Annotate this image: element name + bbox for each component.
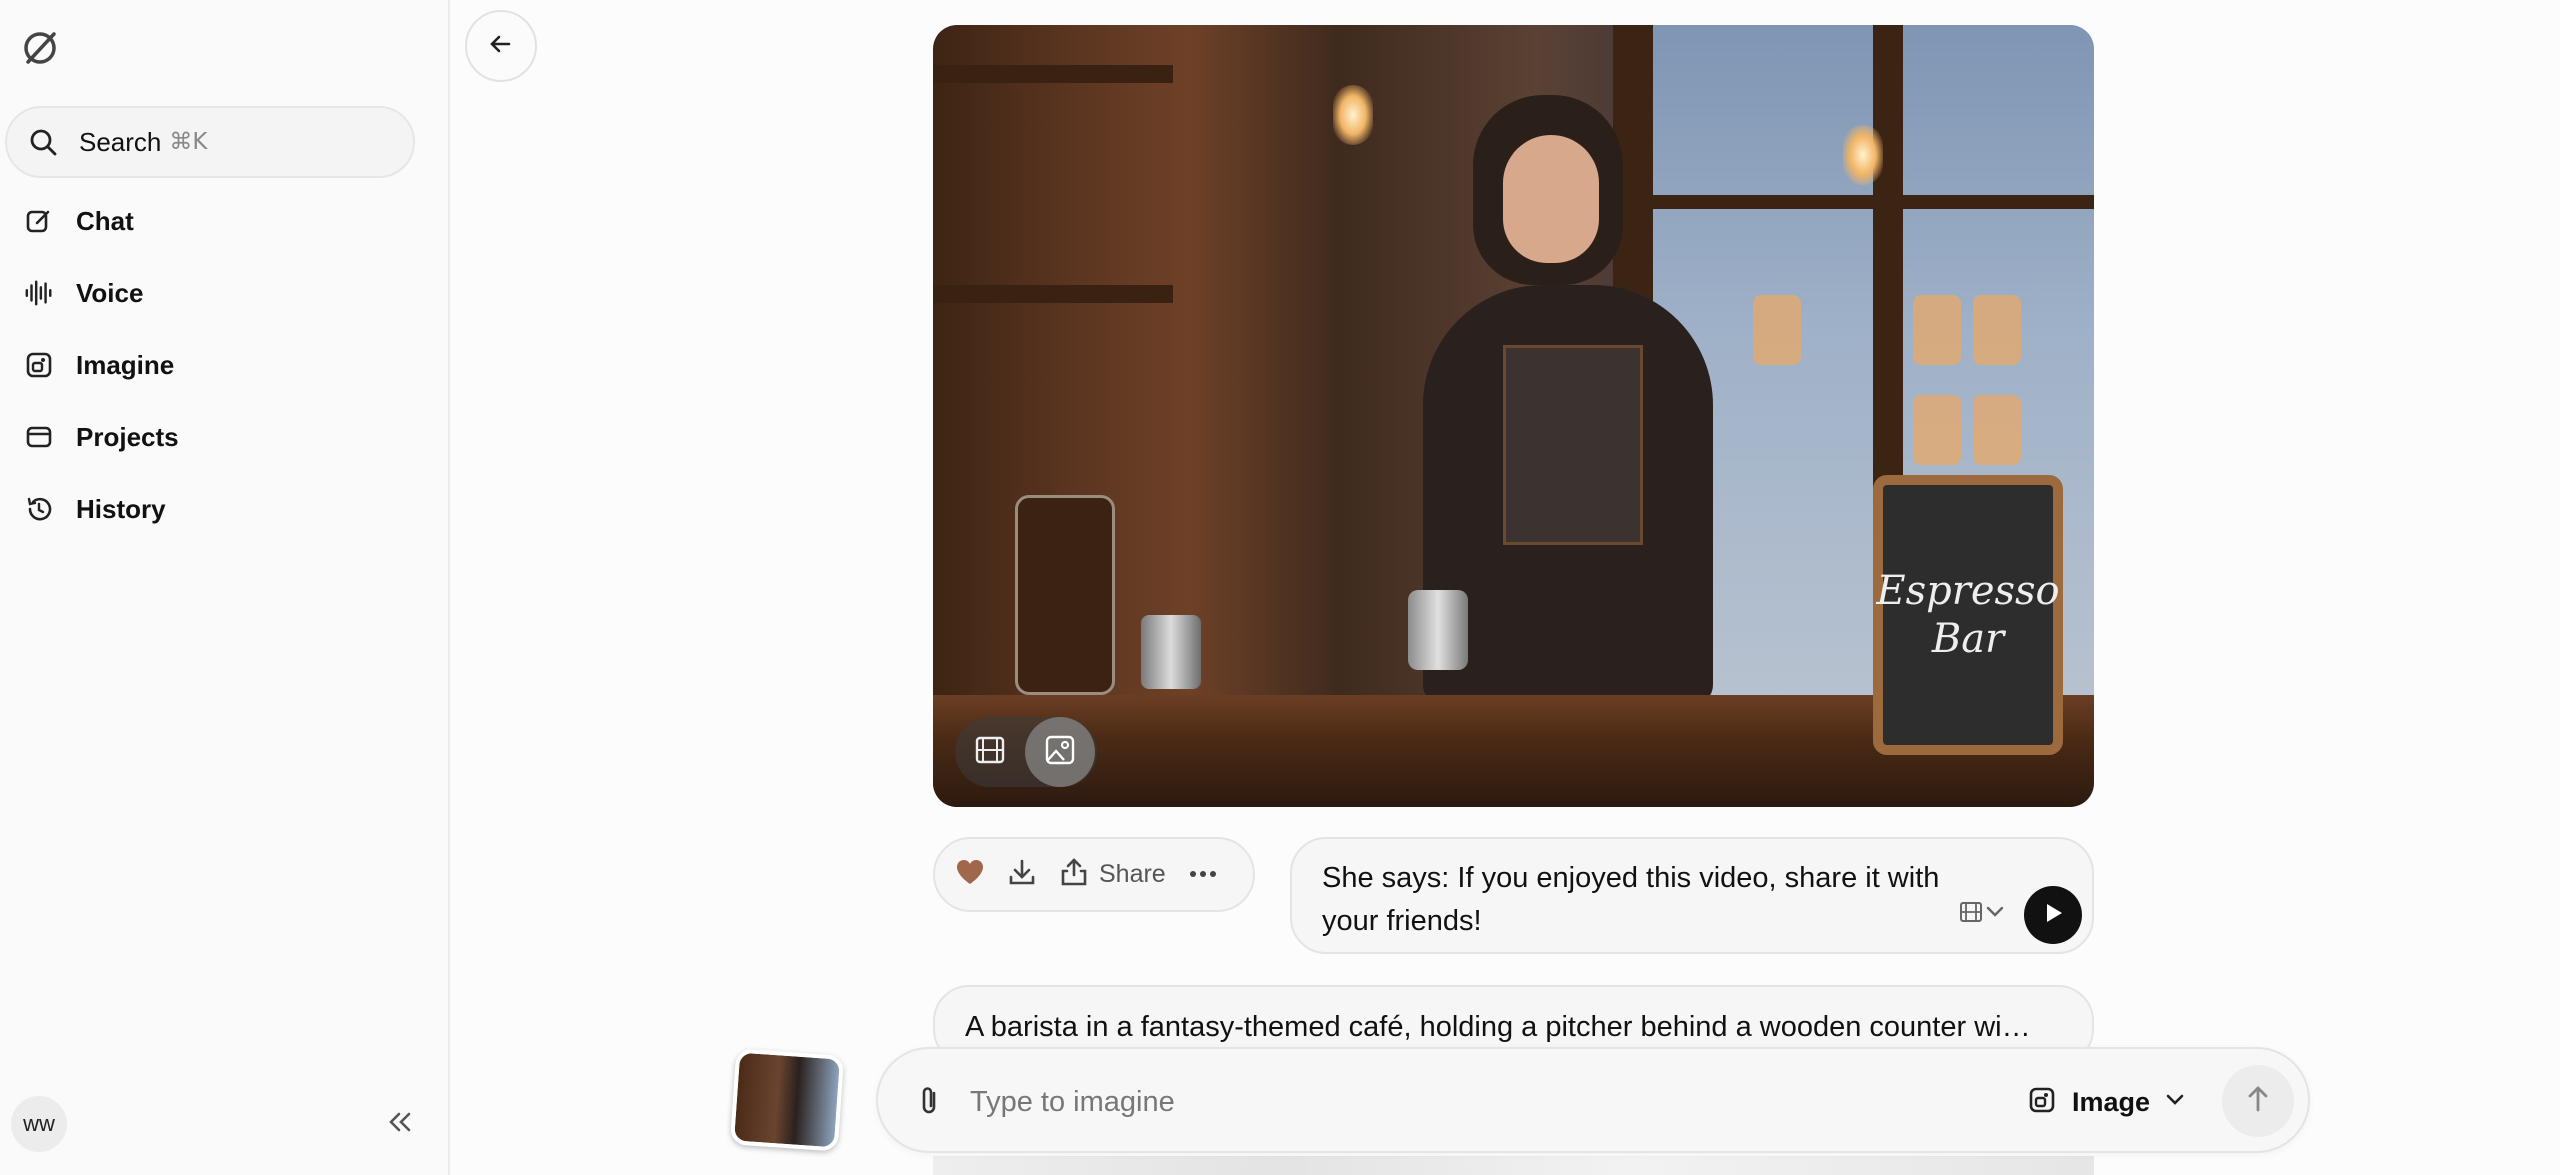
play-icon — [2041, 901, 2065, 930]
next-content-preview — [933, 1156, 2094, 1175]
double-chevron-left-icon — [386, 1110, 414, 1139]
download-icon — [1007, 857, 1037, 892]
film-icon — [973, 733, 1007, 772]
edit-icon — [24, 206, 54, 236]
video-prompt-bubble: She says: If you enjoyed this video, sha… — [1290, 837, 2094, 954]
shelf — [933, 65, 1173, 83]
share-icon — [1059, 857, 1089, 892]
history-icon — [24, 494, 54, 524]
app-root: Search ⌘K Chat Voice Imagine Projects Hi… — [0, 0, 2560, 1175]
grok-logo-icon[interactable] — [18, 26, 62, 70]
mode-label: Image — [2072, 1086, 2151, 1117]
media-type-toggle — [955, 717, 1097, 787]
download-button[interactable] — [1007, 855, 1037, 895]
more-horizontal-icon — [1188, 866, 1218, 884]
paperclip-icon — [916, 1085, 944, 1122]
barista-face — [1503, 135, 1599, 263]
video-mode-dropdown[interactable] — [1958, 899, 2014, 929]
collapse-sidebar-button[interactable] — [380, 1104, 420, 1144]
reference-thumbnail[interactable] — [729, 1048, 845, 1152]
milk-pitcher — [1408, 590, 1468, 670]
sidebar: Search ⌘K Chat Voice Imagine Projects Hi… — [0, 0, 450, 1175]
lamp — [1333, 85, 1373, 145]
sidebar-item-label: Chat — [76, 205, 134, 236]
sidebar-item-imagine[interactable]: Imagine — [0, 335, 440, 395]
attach-button[interactable] — [910, 1083, 950, 1123]
sign-line-2: Bar — [1931, 616, 2005, 662]
sidebar-item-label: Voice — [76, 277, 144, 308]
sidebar-item-chat[interactable]: Chat — [0, 191, 440, 251]
espresso-bar-sign: Espresso Bar — [1873, 475, 2063, 755]
share-button[interactable]: Share — [1059, 855, 1166, 895]
steel-cup — [1141, 615, 1201, 689]
imagine-icon — [2028, 1086, 2056, 1119]
sign-line-1: Espresso — [1876, 568, 2060, 614]
heart-icon — [955, 858, 985, 891]
shelf — [933, 285, 1173, 303]
back-button[interactable] — [465, 10, 537, 82]
folder-icon — [24, 422, 54, 452]
chevron-down-icon — [1984, 904, 2006, 925]
sidebar-item-label: Projects — [76, 421, 179, 452]
image-description-text: A barista in a fantasy-themed café, hold… — [965, 1011, 2031, 1043]
arrow-left-icon — [487, 30, 515, 63]
video-view-button[interactable] — [955, 717, 1025, 787]
search-icon — [27, 126, 59, 158]
search-label: Search — [79, 126, 162, 157]
search-shortcut: ⌘K — [169, 129, 208, 155]
sidebar-item-projects[interactable]: Projects — [0, 407, 440, 467]
image-view-button[interactable] — [1025, 717, 1095, 787]
video-prompt-text: She says: If you enjoyed this video, sha… — [1322, 862, 1940, 937]
lamp — [1843, 125, 1883, 185]
generated-image[interactable]: Espresso Bar — [933, 25, 2094, 807]
search-button[interactable]: Search ⌘K — [5, 106, 415, 178]
like-button[interactable] — [955, 855, 985, 895]
imagine-prompt-input[interactable] — [970, 1075, 1870, 1129]
imagine-icon — [24, 350, 54, 380]
arrow-up-icon — [2244, 1084, 2272, 1119]
image-icon — [1043, 733, 1077, 772]
play-button[interactable] — [2024, 886, 2082, 944]
composer: Image — [876, 1047, 2310, 1153]
user-avatar[interactable]: ww — [11, 1096, 67, 1152]
submit-button[interactable] — [2222, 1065, 2294, 1137]
sidebar-item-label: Imagine — [76, 349, 175, 380]
sidebar-item-history[interactable]: History — [0, 479, 440, 539]
chevron-down-icon — [2164, 1092, 2186, 1113]
share-label: Share — [1099, 860, 1166, 888]
image-action-bar: Share — [933, 837, 1255, 912]
mode-selector[interactable]: Image — [2028, 1077, 2186, 1127]
film-icon — [1958, 899, 1984, 930]
apron — [1503, 345, 1643, 545]
more-options-button[interactable] — [1188, 855, 1218, 895]
sidebar-item-voice[interactable]: Voice — [0, 263, 440, 323]
sidebar-item-label: History — [76, 493, 166, 524]
coffee-bean-jar — [1015, 495, 1115, 695]
waveform-icon — [24, 278, 54, 308]
